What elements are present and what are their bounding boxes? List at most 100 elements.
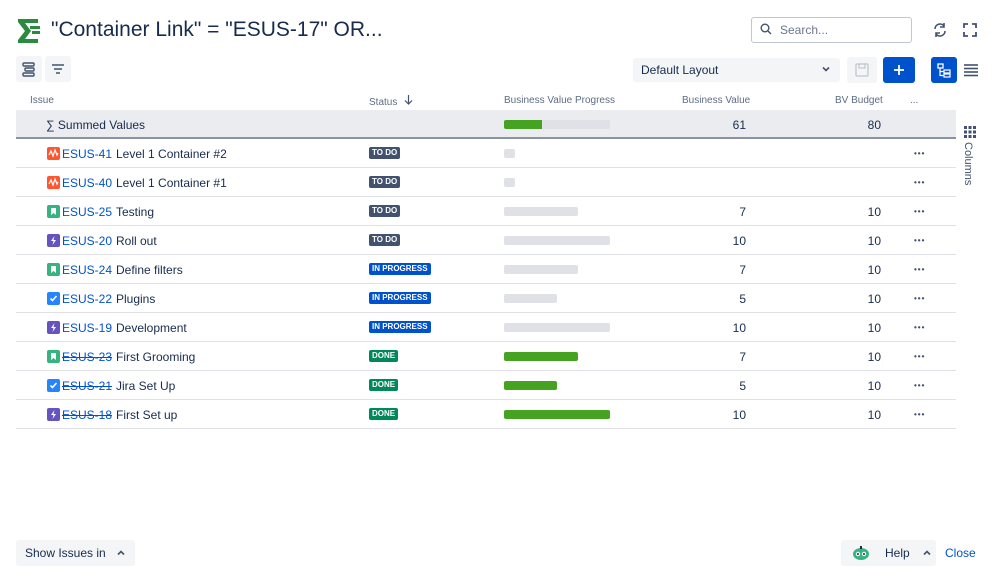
issue-key-link[interactable]: ESUS-18: [62, 408, 112, 422]
more-icon[interactable]: •••: [914, 207, 925, 216]
epic-icon: [47, 234, 60, 247]
issue-key-link[interactable]: ESUS-41: [62, 147, 112, 161]
status-badge[interactable]: TO DO: [369, 176, 401, 188]
table-row[interactable]: ESUS-18 First Set up DONE 10 10 •••: [16, 400, 956, 429]
status-badge[interactable]: TO DO: [369, 147, 401, 159]
issue-summary: Define filters: [116, 263, 183, 277]
progress-bar: [504, 352, 578, 361]
more-icon[interactable]: •••: [914, 265, 925, 274]
layout-select[interactable]: Default Layout: [633, 58, 840, 82]
summary-bv-budget: 80: [867, 118, 881, 132]
close-link[interactable]: Close: [945, 546, 976, 560]
columns-panel-toggle[interactable]: Columns: [960, 124, 980, 194]
column-header-progress[interactable]: Business Value Progress: [504, 95, 615, 106]
business-value-cell: 5: [739, 379, 746, 393]
progress-bar: [504, 207, 578, 216]
issue-summary: First Grooming: [116, 350, 196, 364]
page-title: "Container Link" = "ESUS-17" OR...: [51, 18, 383, 41]
refresh-icon[interactable]: [927, 17, 953, 43]
status-badge[interactable]: IN PROGRESS: [369, 263, 431, 275]
hierarchy-icon[interactable]: [16, 56, 42, 82]
chevron-up-icon: [922, 548, 932, 558]
issue-key-link[interactable]: ESUS-19: [62, 321, 112, 335]
table-row[interactable]: ESUS-23 First Grooming DONE 7 10 •••: [16, 342, 956, 371]
more-icon[interactable]: •••: [914, 236, 925, 245]
issue-grid: Issue Status Business Value Progress Bus…: [16, 92, 956, 429]
table-row[interactable]: ESUS-41 Level 1 Container #2 TO DO •••: [16, 139, 956, 168]
table-row[interactable]: ESUS-24 Define filters IN PROGRESS 7 10 •••: [16, 255, 956, 284]
table-row[interactable]: ESUS-40 Level 1 Container #1 TO DO •••: [16, 168, 956, 197]
more-icon[interactable]: •••: [914, 178, 925, 187]
business-value-cell: 7: [739, 350, 746, 364]
plus-icon[interactable]: [883, 57, 915, 83]
summary-progress-bar: [504, 120, 610, 129]
status-badge[interactable]: DONE: [369, 350, 399, 362]
story-icon: [47, 263, 60, 276]
chevron-up-icon: [116, 548, 126, 558]
issue-key-link[interactable]: ESUS-25: [62, 205, 112, 219]
more-icon[interactable]: •••: [914, 294, 925, 303]
more-icon[interactable]: •••: [914, 381, 925, 390]
list-view-icon[interactable]: [958, 57, 984, 83]
table-row[interactable]: ESUS-21 Jira Set Up DONE 5 10 •••: [16, 371, 956, 400]
issue-summary: First Set up: [116, 408, 178, 422]
more-icon[interactable]: •••: [914, 149, 925, 158]
progress-bar: [504, 149, 515, 158]
table-row[interactable]: ESUS-25 Testing TO DO 7 10 •••: [16, 197, 956, 226]
issue-key-link[interactable]: ESUS-22: [62, 292, 112, 306]
issue-key-link[interactable]: ESUS-21: [62, 379, 112, 393]
business-value-cell: 10: [732, 234, 746, 248]
summary-business-value: 61: [732, 118, 746, 132]
column-header-bv-budget[interactable]: BV Budget: [835, 95, 883, 106]
status-badge[interactable]: IN PROGRESS: [369, 321, 431, 333]
bv-budget-cell: 10: [867, 321, 881, 335]
issue-summary: Level 1 Container #2: [116, 147, 227, 161]
layout-select-value: Default Layout: [641, 63, 719, 77]
column-header-status[interactable]: Status: [369, 95, 413, 108]
help-bot-icon: [851, 545, 871, 561]
progress-fill: [504, 352, 578, 361]
progress-bar: [504, 323, 610, 332]
story-icon: [47, 350, 60, 363]
progress-bar: [504, 265, 578, 274]
save-icon[interactable]: [847, 57, 877, 83]
column-header-more[interactable]: ...: [910, 95, 918, 106]
column-header-status-label: Status: [369, 97, 398, 108]
status-badge[interactable]: DONE: [369, 408, 399, 420]
issue-summary: Level 1 Container #1: [116, 176, 227, 190]
help-label: Help: [885, 546, 910, 560]
more-icon[interactable]: •••: [914, 410, 925, 419]
business-value-cell: 7: [739, 263, 746, 277]
search-box[interactable]: [751, 17, 912, 43]
status-badge[interactable]: IN PROGRESS: [369, 292, 431, 304]
sort-arrow-icon: [404, 95, 413, 108]
help-button[interactable]: Help: [841, 540, 936, 566]
status-badge[interactable]: DONE: [369, 379, 399, 391]
grid-header: Issue Status Business Value Progress Bus…: [16, 92, 956, 110]
business-value-cell: 10: [732, 321, 746, 335]
search-input[interactable]: [780, 23, 900, 37]
fullscreen-icon[interactable]: [957, 17, 983, 43]
show-issues-label: Show Issues in: [25, 546, 106, 560]
column-header-issue[interactable]: Issue: [30, 95, 54, 106]
container-icon: [47, 147, 60, 160]
bv-budget-cell: 10: [867, 205, 881, 219]
more-icon[interactable]: •••: [914, 352, 925, 361]
bv-budget-cell: 10: [867, 350, 881, 364]
search-icon: [760, 23, 772, 38]
status-badge[interactable]: TO DO: [369, 234, 401, 246]
issue-key-link[interactable]: ESUS-23: [62, 350, 112, 364]
issue-key-link[interactable]: ESUS-24: [62, 263, 112, 277]
filter-icon[interactable]: [45, 56, 71, 82]
table-row[interactable]: ESUS-22 Plugins IN PROGRESS 5 10 •••: [16, 284, 956, 313]
issue-summary: Testing: [116, 205, 155, 219]
table-row[interactable]: ESUS-19 Development IN PROGRESS 10 10 •••: [16, 313, 956, 342]
column-header-business-value[interactable]: Business Value: [682, 95, 750, 106]
table-row[interactable]: ESUS-20 Roll out TO DO 10 10 •••: [16, 226, 956, 255]
status-badge[interactable]: TO DO: [369, 205, 401, 217]
tree-view-icon[interactable]: [931, 57, 957, 83]
issue-key-link[interactable]: ESUS-40: [62, 176, 112, 190]
issue-key-link[interactable]: ESUS-20: [62, 234, 112, 248]
more-icon[interactable]: •••: [914, 323, 925, 332]
show-issues-button[interactable]: Show Issues in: [16, 540, 135, 566]
